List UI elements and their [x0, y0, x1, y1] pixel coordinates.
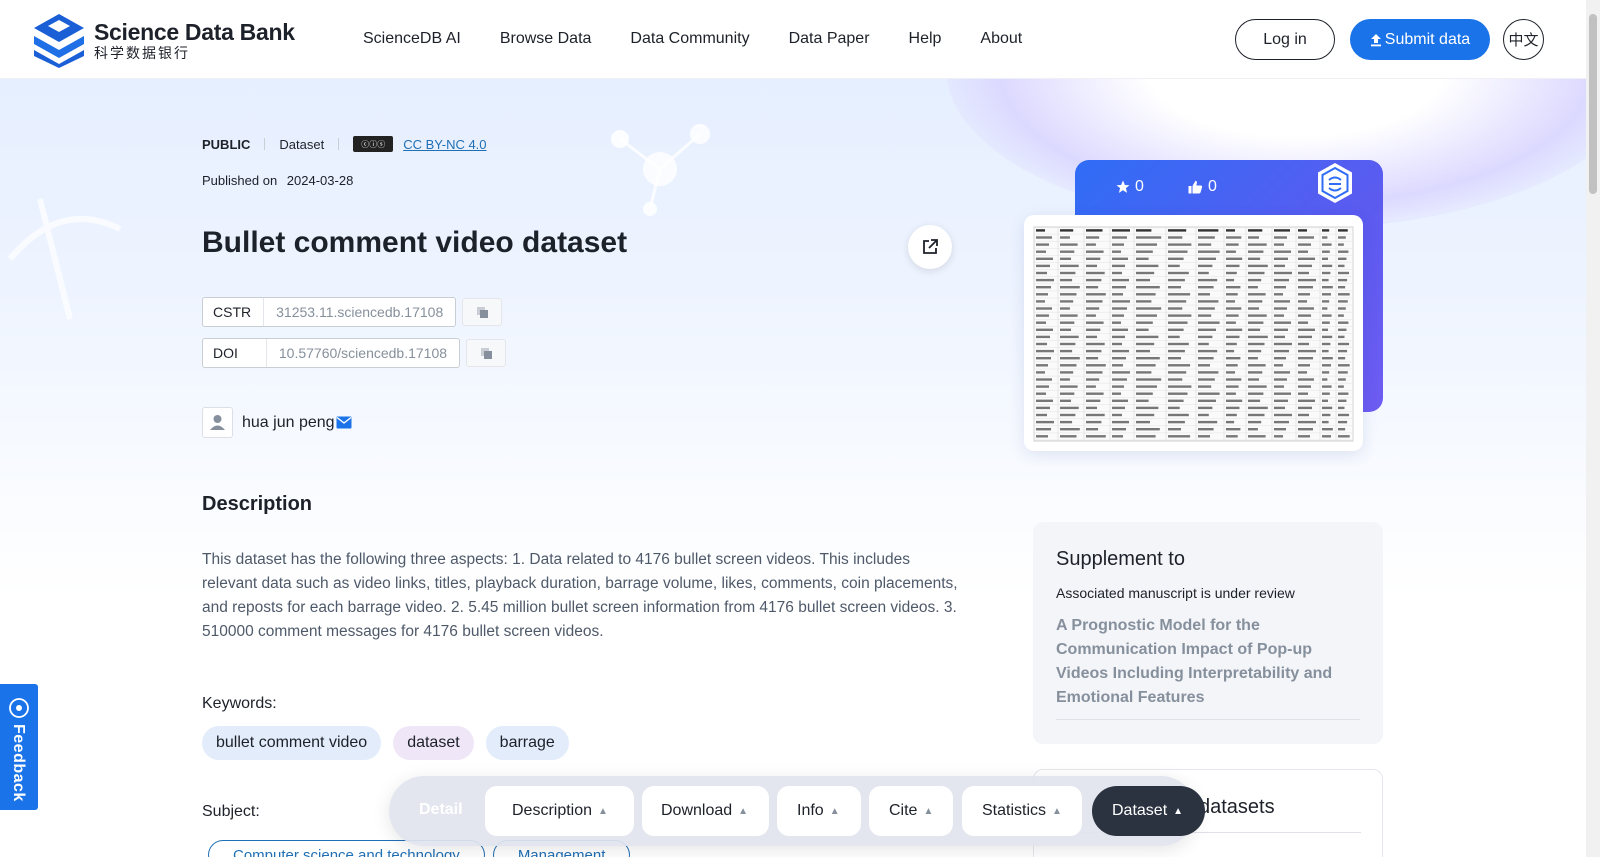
thumbs-up-icon [1188, 180, 1203, 194]
doi-value: 10.57760/sciencedb.17108 [278, 345, 448, 361]
page-scrollbar[interactable] [1586, 0, 1600, 857]
tab-statistics[interactable]: Statistics ▲ [962, 786, 1082, 836]
tab-label: Cite [889, 802, 918, 819]
nav-sciencedb-ai[interactable]: ScienceDB AI [363, 30, 461, 48]
copy-doi-button[interactable] [466, 339, 506, 367]
supplement-panel: Supplement to Associated manuscript is u… [1033, 522, 1383, 744]
divider [1056, 719, 1360, 720]
description-text: This dataset has the following three asp… [202, 551, 958, 640]
feedback-label: Feedback [10, 724, 27, 802]
language-switch-button[interactable]: 中文 [1503, 19, 1544, 60]
chevron-up-icon: ▲ [923, 805, 934, 817]
subject-label: Subject: [202, 803, 260, 820]
star-icon [1116, 180, 1130, 193]
published-value: 2024-03-28 [286, 173, 354, 188]
doi-field: DOI 10.57760/sciencedb.17108 [202, 338, 461, 368]
copy-icon [480, 347, 492, 359]
keyword-list: bullet comment video dataset barrage [202, 726, 581, 760]
cc-license-icon: ⓒⓘⓢ [353, 136, 394, 152]
chevron-up-icon: ▲ [738, 805, 749, 817]
nav-data-paper[interactable]: Data Paper [789, 30, 870, 48]
chevron-up-icon: ▲ [1173, 805, 1184, 817]
copy-cstr-button[interactable] [462, 298, 502, 326]
section-tab-bar: Detail Description ▲ Download ▲ Info ▲ Cite… [389, 776, 1205, 846]
sciencedb-logo-icon [34, 14, 84, 68]
keyword-tag[interactable]: bullet comment video [202, 726, 382, 760]
tab-dataset[interactable]: Dataset ▲ [1092, 786, 1205, 836]
keywords-label: Keywords: [202, 695, 277, 712]
like-count[interactable]: 0 [1188, 178, 1217, 196]
license-link[interactable]: CC BY-NC 4.0 [403, 137, 486, 152]
supplement-status: Associated manuscript is under review [1056, 585, 1295, 601]
logo-title: Science Data Bank [94, 19, 295, 45]
site-logo[interactable]: Science Data Bank 科学数据银行 [30, 12, 295, 68]
tab-download[interactable]: Download ▲ [642, 786, 769, 836]
spreadsheet-thumbnail [1033, 226, 1354, 442]
access-label: PUBLIC [202, 136, 251, 152]
tab-label: Statistics [982, 802, 1047, 819]
tab-label: Description [512, 802, 593, 819]
cstr-value: 31253.11.sciencedb.17108 [276, 304, 444, 320]
tab-description[interactable]: Description ▲ [485, 786, 634, 836]
supplement-title: Supplement to [1056, 548, 1185, 570]
site-header: Science Data Bank 科学数据银行 ScienceDB AI Br… [0, 0, 1586, 79]
dataset-title: Bullet comment video dataset [202, 226, 628, 259]
chevron-up-icon: ▲ [829, 805, 840, 817]
submit-data-button[interactable]: Submit data [1350, 19, 1490, 60]
tab-cite[interactable]: Cite ▲ [869, 786, 953, 836]
chevron-up-icon: ▲ [1052, 805, 1062, 817]
share-button[interactable] [908, 225, 952, 269]
favorite-count-value: 0 [1135, 178, 1144, 195]
nav-data-community[interactable]: Data Community [630, 30, 749, 48]
tab-label: Info [797, 802, 824, 819]
logo-subtitle: 科学数据银行 [94, 45, 190, 61]
divider [264, 138, 266, 150]
upload-icon [1370, 33, 1381, 46]
tab-label: Dataset [1112, 802, 1168, 819]
divider [338, 138, 340, 150]
cstr-label: CSTR [203, 298, 265, 326]
nav-help[interactable]: Help [909, 30, 942, 48]
like-count-value: 0 [1208, 178, 1217, 195]
keyword-tag[interactable]: barrage [485, 726, 569, 760]
author: hua jun peng [202, 407, 352, 438]
external-link-icon [923, 239, 938, 254]
feedback-button[interactable]: Feedback [0, 684, 38, 810]
mail-icon[interactable] [336, 416, 352, 429]
supplement-paper-title[interactable]: A Prognostic Model for the Communication… [1056, 614, 1356, 710]
dataset-preview-image[interactable] [1024, 215, 1363, 451]
avatar [202, 407, 233, 438]
feedback-icon [9, 698, 29, 718]
tab-label: Download [661, 802, 733, 819]
related-datasets-title: datasets [1199, 796, 1275, 818]
author-name[interactable]: hua jun peng [242, 414, 335, 432]
published-label: Published on [202, 173, 278, 188]
dataset-meta: PUBLIC Dataset ⓒⓘⓢ CC BY-NC 4.0 [202, 136, 487, 152]
copy-icon [476, 306, 488, 318]
user-icon [210, 415, 225, 430]
description-heading: Description [202, 493, 313, 515]
type-label: Dataset [279, 136, 325, 152]
nav-about[interactable]: About [980, 30, 1022, 48]
keyword-tag[interactable]: dataset [393, 726, 474, 760]
login-button[interactable]: Log in [1235, 19, 1335, 60]
chevron-up-icon: ▲ [598, 805, 608, 817]
main-nav: ScienceDB AI Browse Data Data Community … [363, 30, 1061, 48]
scrollbar-thumb[interactable] [1589, 14, 1597, 194]
tab-detail[interactable]: Detail [419, 801, 463, 819]
published-date: Published on 2024-03-28 [202, 173, 353, 188]
cstr-field: CSTR 31253.11.sciencedb.17108 [202, 297, 457, 327]
submit-data-label: Submit data [1384, 30, 1471, 48]
favorite-count[interactable]: 0 [1116, 178, 1144, 196]
certified-badge-icon [1318, 163, 1352, 203]
nav-browse-data[interactable]: Browse Data [500, 30, 592, 48]
tab-info[interactable]: Info ▲ [777, 786, 861, 836]
doi-label: DOI [203, 339, 267, 367]
